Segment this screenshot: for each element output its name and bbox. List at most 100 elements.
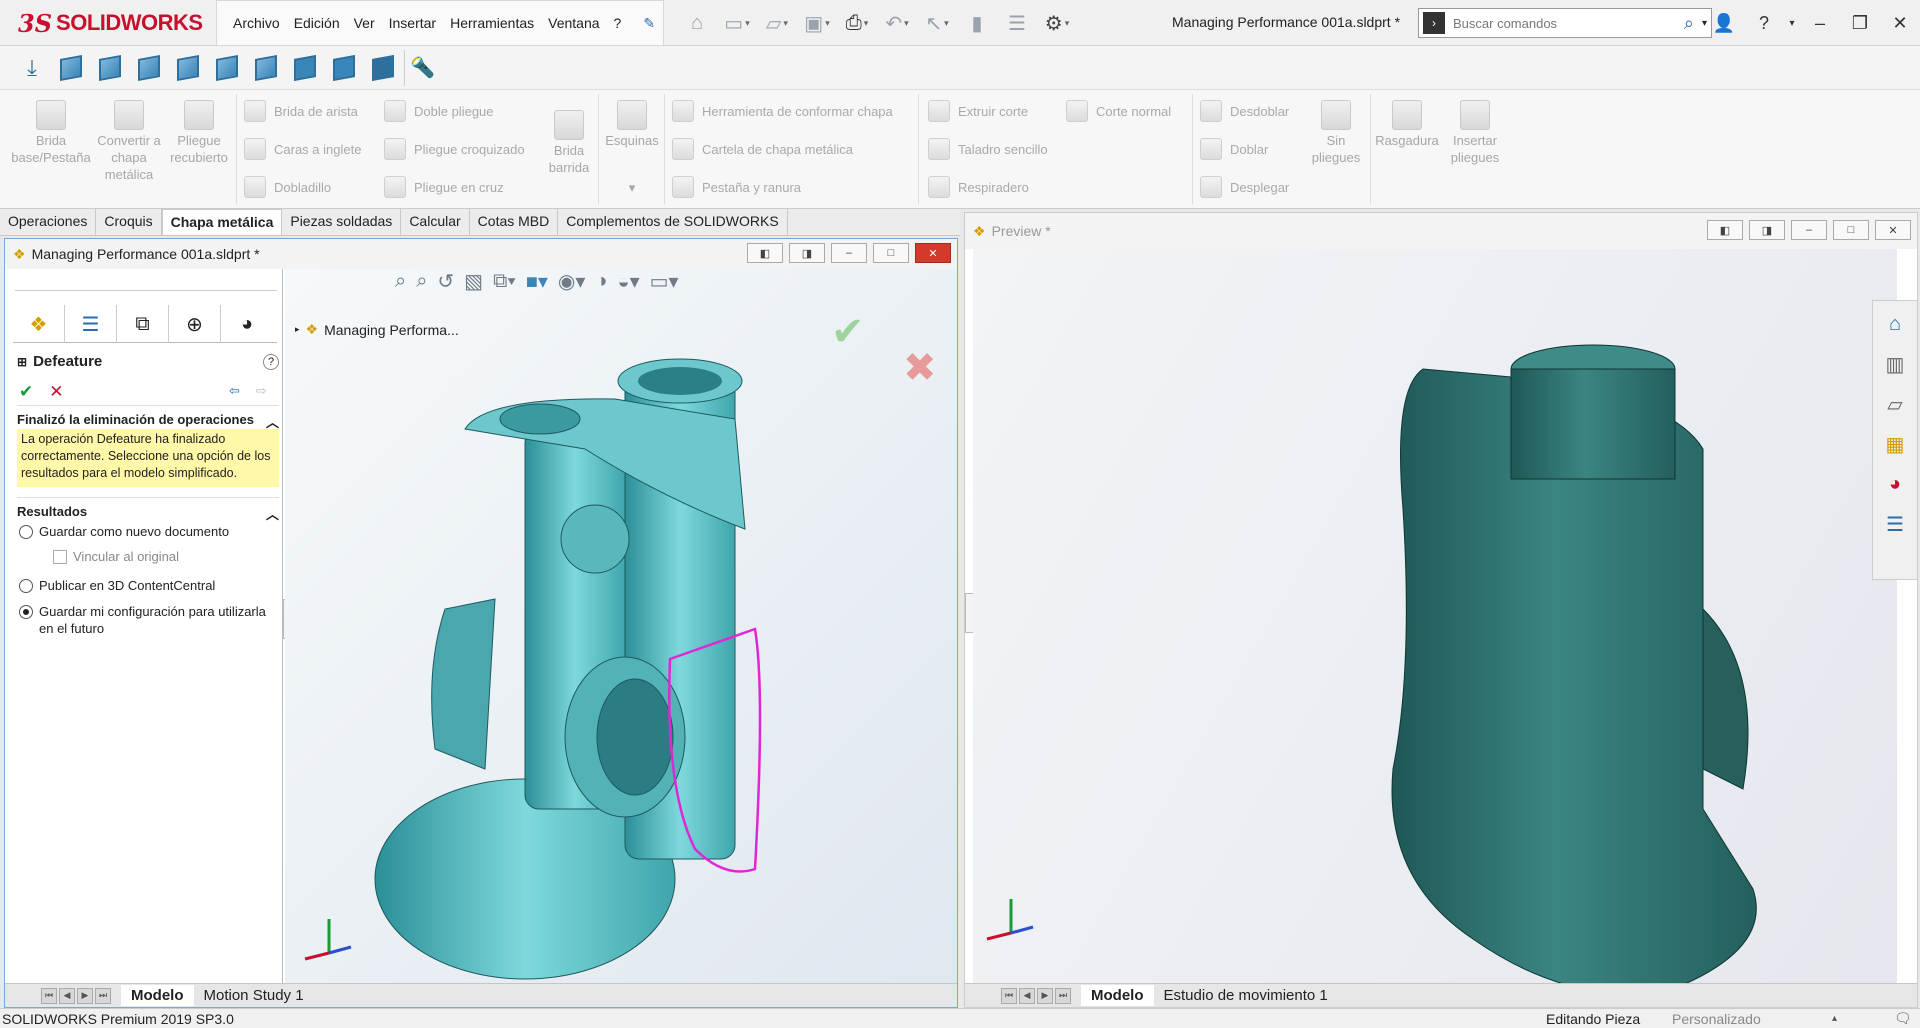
tab-cotas-mbd[interactable]: Cotas MBD [470,209,559,235]
no-bends-button[interactable]: Sin pliegues [1306,100,1366,166]
radio-button-selected[interactable] [19,605,33,619]
units-dropdown-icon[interactable]: ▴ [1832,1013,1837,1024]
tab-operaciones[interactable]: Operaciones [0,209,97,235]
tab-modelo[interactable]: Modelo [121,985,194,1006]
left-window-titlebar[interactable]: ❖ Managing Performance 001a.sldprt * ◧ ◨… [5,239,957,269]
first-tab-icon[interactable]: ⏮ [41,987,57,1004]
view-palette-icon[interactable]: ▦ [1880,429,1910,459]
view-right-icon[interactable] [170,50,206,86]
configuration-manager-icon[interactable]: ⧉ [117,305,169,343]
brida-base-button[interactable]: Brida base/Pestaña [8,100,94,166]
option-save-configuration[interactable]: Guardar mi configuración para utilizarla… [19,603,283,637]
view-back-icon[interactable] [92,50,128,86]
trimetric-icon[interactable] [326,50,362,86]
close-icon[interactable]: ✕ [915,243,951,263]
solidworks-logo[interactable]: 3S SOLIDWORKS [18,6,203,40]
back-arrow-icon[interactable]: ⇦ [229,383,240,399]
tab-croquis[interactable]: Croquis [96,209,162,235]
home-icon[interactable]: ⌂ [1880,309,1910,339]
tab-estudio-movimiento[interactable]: Estudio de movimiento 1 [1154,985,1338,1006]
pin-icon[interactable]: ✎ [637,12,661,35]
tab-calcular[interactable]: Calcular [401,209,470,235]
corners-dropdown-icon[interactable]: ▾ [600,179,664,196]
menu-ver[interactable]: Ver [348,12,381,34]
help-icon[interactable]: ? [1744,13,1784,34]
collapse-chevron-icon[interactable]: ︿ [266,504,279,523]
corners-button[interactable]: Esquinas ▾ [600,100,664,196]
radio-button[interactable] [19,579,33,593]
search-icon[interactable]: ⌕ [1676,13,1702,34]
select-icon[interactable]: ↖ ▾ [920,8,954,38]
maximize-icon[interactable]: □ [1833,220,1869,240]
minimize-icon[interactable]: – [1791,220,1827,240]
tile-right-icon[interactable]: ◨ [789,243,825,263]
save-icon[interactable]: ▣ ▾ [800,8,834,38]
jog-button[interactable]: Doble pliegue [384,100,494,122]
user-icon[interactable]: 👤 [1704,13,1744,34]
tile-right-icon[interactable]: ◨ [1749,220,1785,240]
prev-tab-icon[interactable]: ◀ [1019,987,1035,1004]
tab-slot-button[interactable]: Pestaña y ranura [672,176,801,198]
dimxpert-icon[interactable]: ⊕ [169,305,221,343]
tile-left-icon[interactable]: ◧ [1707,220,1743,240]
help-icon[interactable]: ? [263,353,279,370]
minimize-icon[interactable]: – [831,243,867,263]
flashlight-icon[interactable]: 🔦 [404,49,440,86]
option-save-new-document[interactable]: Guardar como nuevo documento [19,523,229,540]
close-icon[interactable]: ✕ [1880,13,1920,34]
sketched-bend-button[interactable]: Pliegue croquizado [384,138,525,160]
cancel-x-icon[interactable]: ✕ [49,382,63,402]
unfold-button[interactable]: Desdoblar [1200,100,1289,122]
menu-edicion[interactable]: Edición [288,12,346,34]
right-graphics-area[interactable] [973,249,1897,985]
last-tab-icon[interactable]: ⏭ [95,987,111,1004]
close-icon[interactable]: ✕ [1875,220,1911,240]
help-bubble-icon[interactable]: 🗨 [1894,1010,1912,1027]
tab-chapa-metalica[interactable]: Chapa metálica [161,209,283,235]
tab-complementos[interactable]: Complementos de SOLIDWORKS [558,209,788,235]
new-document-icon[interactable]: ▭ ▾ [720,8,754,38]
panel-splitter[interactable] [15,275,277,291]
next-tab-icon[interactable]: ▶ [77,987,93,1004]
view-left-icon[interactable] [131,50,167,86]
swept-flange-button[interactable]: Brida barrida [540,110,598,176]
file-properties-icon[interactable]: ☰ [1000,8,1034,38]
section-status-header[interactable]: Finalizó la eliminación de operaciones ︿ [17,405,279,431]
section-results-header[interactable]: Resultados ︿ [17,497,279,523]
view-bottom-icon[interactable] [248,50,284,86]
left-graphics-area[interactable]: ▸ ❖ Managing Performa... ⌕ ⌕ ↺ ▧ ⧉▾ ■▾ ◉… [285,269,957,1007]
design-library-icon[interactable]: ▥ [1880,349,1910,379]
undo-icon[interactable]: ↶ ▾ [880,8,914,38]
file-explorer-icon[interactable]: ▱ [1880,389,1910,419]
custom-properties-icon[interactable]: ☰ [1880,509,1910,539]
dimetric-icon[interactable] [365,50,401,86]
radio-button[interactable] [19,525,33,539]
units-label[interactable]: Personalizado [1672,1011,1761,1027]
fold-button[interactable]: Doblar [1200,138,1268,160]
next-tab-icon[interactable]: ▶ [1037,987,1053,1004]
appearances-icon[interactable]: ◕ [1880,469,1910,499]
cross-break-button[interactable]: Pliegue en cruz [384,176,504,198]
menu-ventana[interactable]: Ventana [542,12,605,34]
display-manager-icon[interactable]: ◕ [221,305,273,343]
print-icon[interactable]: ⎙ ▾ [840,8,874,38]
home-icon[interactable]: ⌂ [680,8,714,38]
gusset-button[interactable]: Cartela de chapa metálica [672,138,853,160]
option-publish-3d-contentcentral[interactable]: Publicar en 3D ContentCentral [19,577,215,594]
search-commands-box[interactable]: › Buscar comandos ⌕ ▾ [1418,8,1712,38]
convert-sheet-metal-button[interactable]: Convertir a chapa metálica [96,100,162,183]
menu-herramientas[interactable]: Herramientas [444,12,540,34]
tab-modelo[interactable]: Modelo [1081,985,1154,1006]
last-tab-icon[interactable]: ⏭ [1055,987,1071,1004]
next-arrow-icon[interactable]: ⇨ [256,383,267,399]
simple-hole-button[interactable]: Taladro sencillo [928,138,1048,160]
property-manager-icon[interactable]: ☰ [65,305,117,343]
view-front-icon[interactable] [53,50,89,86]
hem-button[interactable]: Dobladillo [244,176,331,198]
checkbox[interactable] [53,549,67,564]
tile-left-icon[interactable]: ◧ [747,243,783,263]
feature-manager-icon[interactable]: ❖ [13,305,65,343]
extruded-cut-button[interactable]: Extruir corte [928,100,1028,122]
restore-icon[interactable]: ❐ [1840,13,1880,34]
menu-archivo[interactable]: Archivo [227,12,286,34]
